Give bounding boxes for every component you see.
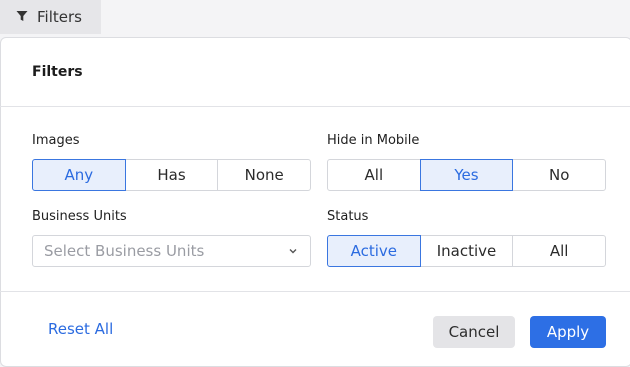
status-option-all[interactable]: All [512, 235, 607, 267]
hide-in-mobile-label: Hide in Mobile [327, 133, 420, 148]
images-option-none[interactable]: None [217, 159, 312, 191]
hide-in-mobile-option-no[interactable]: No [512, 159, 607, 191]
images-option-has[interactable]: Has [124, 159, 219, 191]
images-segmented-control: Any Has None [32, 159, 312, 191]
images-label: Images [32, 133, 80, 148]
status-segmented-control: Active Inactive All [327, 235, 607, 267]
cancel-button[interactable]: Cancel [433, 316, 515, 348]
images-option-any[interactable]: Any [32, 159, 126, 191]
apply-button[interactable]: Apply [530, 316, 606, 348]
business-units-label: Business Units [32, 209, 127, 224]
filters-toggle-button[interactable]: Filters [0, 0, 101, 34]
hide-in-mobile-option-yes[interactable]: Yes [419, 159, 514, 191]
hide-in-mobile-segmented-control: All Yes No [327, 159, 607, 191]
chevron-down-icon [288, 242, 298, 260]
header-divider [0, 106, 630, 107]
filter-funnel-icon [16, 8, 28, 26]
business-units-select[interactable]: Select Business Units [32, 235, 311, 267]
reset-all-link[interactable]: Reset All [48, 320, 113, 338]
top-toolbar: Filters [0, 0, 630, 36]
status-option-inactive[interactable]: Inactive [419, 235, 514, 267]
status-label: Status [327, 209, 369, 224]
business-units-placeholder: Select Business Units [44, 242, 205, 260]
footer-divider [0, 291, 630, 292]
panel-title: Filters [32, 64, 83, 80]
filters-tab-label: Filters [37, 8, 82, 26]
status-option-active[interactable]: Active [327, 235, 421, 267]
hide-in-mobile-option-all[interactable]: All [327, 159, 421, 191]
